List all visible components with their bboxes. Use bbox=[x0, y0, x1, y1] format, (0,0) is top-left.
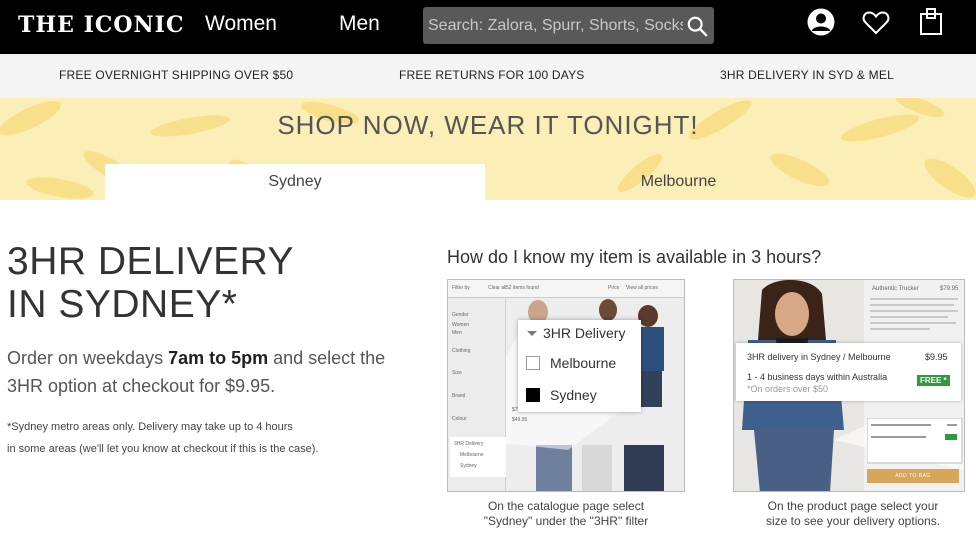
delivery-3hr-line: 3HR delivery in Sydney / Melbourne bbox=[747, 352, 891, 362]
how-heading: How do I know my item is available in 3 … bbox=[447, 247, 822, 267]
colour-label: Colour bbox=[452, 416, 467, 422]
add-to-bag-button[interactable]: ADD TO BAG bbox=[867, 469, 959, 483]
items-found-label: 52 items found bbox=[506, 285, 539, 291]
promo-shipping[interactable]: FREE OVERNIGHT SHIPPING OVER $50 bbox=[59, 68, 293, 82]
catalogue-caption: On the catalogue page select "Sydney" un… bbox=[447, 499, 685, 529]
popup-title: 3HR Delivery bbox=[543, 325, 626, 341]
tab-melbourne[interactable]: Melbourne bbox=[486, 164, 871, 200]
note-line1: *Sydney metro areas only. Delivery may t… bbox=[7, 421, 293, 433]
mini-3hr-filter: 3HR Delivery Melbourne Sydney bbox=[450, 437, 506, 477]
mini-delivery-box bbox=[867, 418, 963, 464]
nav-men[interactable]: Men bbox=[339, 12, 380, 36]
standard-delivery-line: 1 - 4 business days within Australia bbox=[747, 372, 888, 382]
heart-icon[interactable] bbox=[861, 7, 891, 37]
3hr-filter-popup: 3HR Delivery Melbourne Sydney bbox=[518, 320, 641, 412]
nav-women[interactable]: Women bbox=[205, 12, 277, 36]
banner-title: SHOP NOW, WEAR IT TONIGHT! bbox=[277, 110, 699, 140]
gender-label: Gender bbox=[452, 312, 469, 318]
size-label: Size bbox=[452, 370, 462, 376]
search-icon[interactable] bbox=[686, 15, 708, 37]
page-title-line1: 3HR DELIVERY bbox=[7, 240, 295, 283]
product-name: Authentic Trucker bbox=[872, 286, 919, 292]
option-melbourne[interactable]: Melbourne bbox=[526, 355, 616, 371]
site-header: THE ICONIC Women Men bbox=[0, 0, 976, 54]
catalogue-topbar: Filter by Clear all 52 items found Price… bbox=[448, 280, 684, 298]
catalogue-caption-line1: On the catalogue page select bbox=[487, 499, 645, 513]
checkbox-sydney[interactable] bbox=[526, 388, 540, 402]
search-bar bbox=[423, 7, 714, 44]
delivery-note: *Sydney metro areas only. Delivery may t… bbox=[7, 416, 407, 460]
promo-delivery[interactable]: 3HR DELIVERY IN SYD & MEL bbox=[720, 68, 894, 82]
note-line2: in some areas (we'll let you know at che… bbox=[7, 443, 319, 455]
logo[interactable]: THE ICONIC bbox=[18, 12, 184, 38]
delivery-options-box: 3HR delivery in Sydney / Melbourne $9.95… bbox=[736, 343, 961, 401]
order-pre: Order on weekdays bbox=[7, 348, 169, 368]
product-description-lines bbox=[870, 298, 958, 330]
product-caption-line1: On the product page select your bbox=[767, 499, 939, 513]
men-label: Men bbox=[452, 330, 462, 336]
view-all-prices-label: View all prices bbox=[626, 285, 658, 291]
filter-by-label: Filter by bbox=[452, 285, 470, 291]
chevron-down-icon bbox=[527, 331, 537, 336]
promo-returns[interactable]: FREE RETURNS FOR 100 DAYS bbox=[399, 68, 584, 82]
product-caption: On the product page select your size to … bbox=[733, 499, 973, 529]
checkbox-melbourne[interactable] bbox=[526, 356, 540, 370]
clothing-label: Clothing bbox=[452, 348, 471, 354]
clear-all-label: Clear all bbox=[488, 285, 507, 291]
option-sydney-label: Sydney bbox=[550, 387, 597, 403]
shopping-bag-icon[interactable] bbox=[917, 7, 947, 37]
women-label: Women bbox=[452, 322, 470, 328]
mini-filter-title: 3HR Delivery bbox=[454, 441, 484, 447]
page-title-line2: IN SYDNEY* bbox=[7, 283, 238, 326]
order-info: Order on weekdays 7am to 5pm and select … bbox=[7, 344, 407, 400]
account-icon[interactable] bbox=[806, 7, 836, 37]
delivery-3hr-price: $9.95 bbox=[925, 352, 948, 362]
free-badge: FREE * bbox=[917, 375, 950, 386]
product-caption-line2: size to see your delivery options. bbox=[765, 514, 941, 528]
catalogue-screenshot: Filter by Clear all 52 items found Price… bbox=[447, 279, 685, 492]
orders-over-note: *On orders over $50 bbox=[747, 384, 829, 394]
catalogue-caption-line2: "Sydney" under the "3HR" filter bbox=[483, 514, 649, 528]
order-time: 7am to 5pm bbox=[168, 348, 269, 368]
hero-banner: SHOP NOW, WEAR IT TONIGHT! Sydney Melbou… bbox=[0, 98, 976, 200]
product-screenshot: Authentic Trucker $79.95 3HR delivery in… bbox=[733, 279, 965, 492]
product-price-b: $49.95 bbox=[512, 417, 528, 423]
tab-sydney[interactable]: Sydney bbox=[105, 164, 485, 200]
mini-filter-melbourne: Melbourne bbox=[460, 452, 484, 458]
page-title: 3HR DELIVERY IN SYDNEY* bbox=[7, 240, 294, 326]
promo-strip: FREE OVERNIGHT SHIPPING OVER $50 FREE RE… bbox=[0, 54, 976, 98]
price-label: Price bbox=[608, 285, 620, 291]
mini-filter-sydney: Sydney bbox=[460, 463, 477, 469]
option-melbourne-label: Melbourne bbox=[550, 355, 617, 371]
search-input[interactable] bbox=[423, 7, 683, 44]
option-sydney[interactable]: Sydney bbox=[526, 387, 597, 403]
product-price: $79.95 bbox=[940, 286, 959, 292]
brand-label: Brand bbox=[452, 393, 466, 399]
